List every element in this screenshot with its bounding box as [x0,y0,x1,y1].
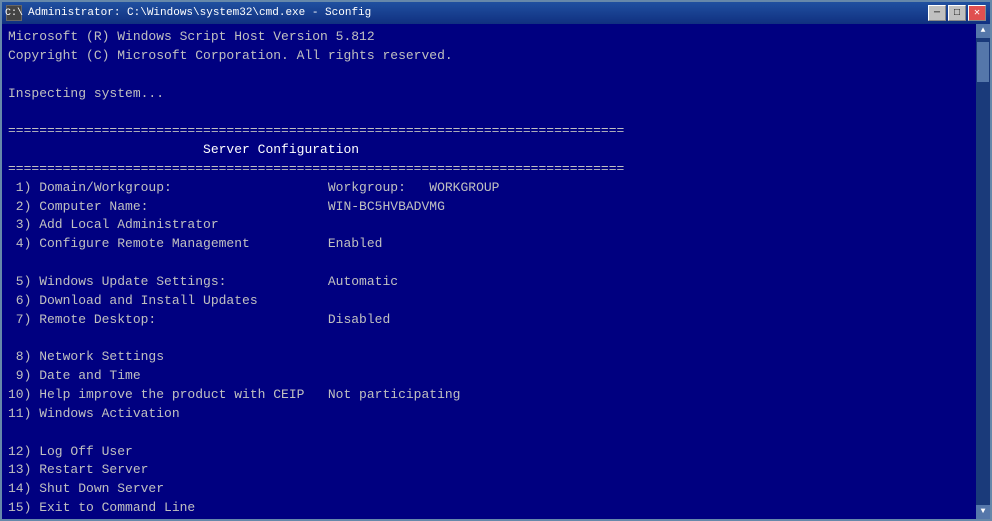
menu-12: 12) Log Off User [8,444,133,459]
menu-7: 7) Remote Desktop: Disabled [8,312,390,327]
menu-1: 1) Domain/Workgroup: Workgroup: WORKGROU… [8,180,499,195]
minimize-button[interactable]: ─ [928,5,946,21]
menu-3: 3) Add Local Administrator [8,217,219,232]
line-inspecting: Inspecting system... [8,86,164,101]
scroll-thumb[interactable] [977,42,989,82]
title-bar-left: C:\ Administrator: C:\Windows\system32\c… [6,5,371,21]
menu-15: 15) Exit to Command Line [8,500,195,515]
menu-8: 8) Network Settings [8,349,164,364]
close-button[interactable]: ✕ [968,5,986,21]
terminal-area[interactable]: Microsoft (R) Windows Script Host Versio… [2,24,990,519]
menu-11: 11) Windows Activation [8,406,180,421]
menu-2: 2) Computer Name: WIN-BC5HVBADVMG [8,199,445,214]
separator-top: ========================================… [8,123,624,138]
scroll-down-arrow[interactable]: ▼ [976,505,990,519]
cmd-window: C:\ Administrator: C:\Windows\system32\c… [0,0,992,521]
menu-14: 14) Shut Down Server [8,481,164,496]
menu-6: 6) Download and Install Updates [8,293,258,308]
maximize-button[interactable]: □ [948,5,966,21]
separator-bottom: ========================================… [8,161,624,176]
line-ms: Microsoft (R) Windows Script Host Versio… [8,29,375,44]
window-title: Administrator: C:\Windows\system32\cmd.e… [28,7,371,19]
title-bar: C:\ Administrator: C:\Windows\system32\c… [2,2,990,24]
scroll-up-arrow[interactable]: ▲ [976,24,990,38]
scroll-track[interactable] [976,38,990,505]
menu-5: 5) Windows Update Settings: Automatic [8,274,398,289]
server-config-header: Server Configuration [8,142,359,157]
scrollbar[interactable]: ▲ ▼ [976,24,990,519]
cmd-icon: C:\ [6,5,22,21]
menu-9: 9) Date and Time [8,368,141,383]
line-copyright: Copyright (C) Microsoft Corporation. All… [8,48,453,63]
menu-4: 4) Configure Remote Management Enabled [8,236,382,251]
title-buttons: ─ □ ✕ [928,5,986,21]
terminal-content: Microsoft (R) Windows Script Host Versio… [8,28,984,519]
menu-10: 10) Help improve the product with CEIP N… [8,387,460,402]
menu-13: 13) Restart Server [8,462,148,477]
